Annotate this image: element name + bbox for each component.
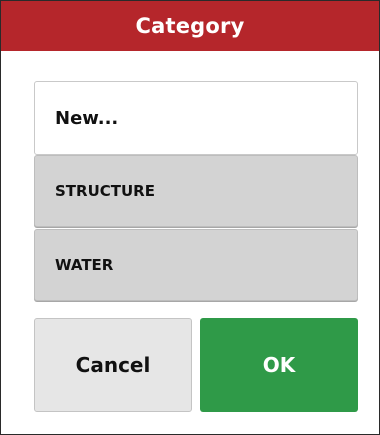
dialog-button-bar: Cancel OK (34, 318, 358, 412)
cancel-button[interactable]: Cancel (34, 318, 192, 412)
dialog-title: Category (135, 14, 245, 38)
dialog-titlebar: Category (1, 1, 379, 51)
ok-button[interactable]: OK (200, 318, 358, 412)
new-category-item[interactable]: New... (34, 81, 358, 155)
category-item-structure[interactable]: STRUCTURE (34, 155, 358, 227)
category-list: New... STRUCTURE WATER (34, 81, 358, 301)
category-dialog: Category New... STRUCTURE WATER Cancel O… (0, 0, 380, 435)
category-item-water[interactable]: WATER (34, 229, 358, 301)
